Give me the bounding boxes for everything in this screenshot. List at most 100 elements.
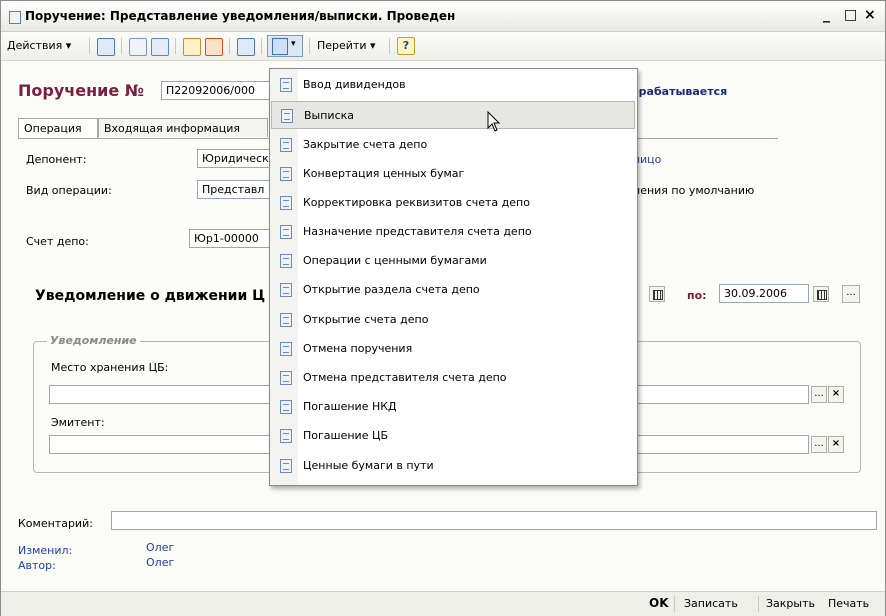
operation-type-field[interactable]: Представл xyxy=(197,180,271,199)
menu-item-assign-representative[interactable]: Назначение представителя счета депо xyxy=(271,218,635,246)
goto-menu[interactable]: Перейти ▾ xyxy=(317,37,376,55)
toolbar-separator xyxy=(121,38,122,54)
menu-item-close-depo-account[interactable]: Закрытие счета депо xyxy=(271,131,635,159)
author-label: Автор: xyxy=(18,559,56,572)
copy-icon[interactable] xyxy=(151,38,169,56)
toolbar-separator xyxy=(261,38,262,54)
document-icon xyxy=(280,78,292,92)
menu-item-open-depo-account[interactable]: Открытие счета депо xyxy=(271,306,635,334)
report-icon[interactable] xyxy=(237,38,255,56)
storage-place-label: Место хранения ЦБ: xyxy=(51,361,169,374)
comment-label: Коментарий: xyxy=(18,517,93,530)
document-icon xyxy=(280,167,292,181)
status-label: брабатывается xyxy=(631,85,728,98)
document-icon xyxy=(280,138,292,152)
comment-field[interactable] xyxy=(111,511,877,530)
calendar-to-icon[interactable] xyxy=(813,286,829,302)
footer-separator xyxy=(674,596,675,612)
maximize-button[interactable]: □ xyxy=(844,7,857,23)
storage-select-button[interactable]: ... xyxy=(811,386,827,403)
date-to-field[interactable]: 30.09.2006 xyxy=(719,284,809,303)
menu-item-label: Ввод дивидендов xyxy=(303,78,406,91)
document-icon xyxy=(280,225,292,239)
menu-item-label: Открытие счета депо xyxy=(303,313,429,326)
issuer-select-button[interactable]: ... xyxy=(811,436,827,453)
issuer-label: Эмитент: xyxy=(51,416,105,429)
depo-account-label: Счет депо: xyxy=(26,235,89,248)
menu-item-label: Закрытие счета депо xyxy=(303,138,428,151)
tab-operation[interactable]: Операция xyxy=(18,118,98,139)
document-icon xyxy=(280,400,292,414)
default-values-label: нения по умолчанию xyxy=(633,184,755,197)
document-icon xyxy=(280,313,292,327)
unpost-icon[interactable] xyxy=(205,38,223,56)
structure-icon[interactable] xyxy=(183,38,201,56)
date-to-label: по: xyxy=(687,289,707,302)
menu-item-securities-redemption[interactable]: Погашение ЦБ xyxy=(271,422,635,450)
calendar-from-icon[interactable] xyxy=(649,286,665,302)
menu-item-cancel-representative[interactable]: Отмена представителя счета депо xyxy=(271,364,635,392)
menu-item-dividend-input[interactable]: Ввод дивидендов xyxy=(271,71,635,99)
close-form-button[interactable]: Закрыть xyxy=(766,597,815,610)
menu-item-label: Погашение НКД xyxy=(303,400,397,413)
menu-item-label: Погашение ЦБ xyxy=(303,429,389,442)
document-icon xyxy=(280,254,292,268)
close-button[interactable]: × xyxy=(864,7,876,23)
document-window: Поручение: Представление уведомления/вып… xyxy=(0,0,886,616)
toolbar-separator xyxy=(389,38,390,54)
document-icon xyxy=(280,371,292,385)
help-icon[interactable]: ? xyxy=(397,37,415,55)
minimize-button[interactable]: _ xyxy=(823,7,830,23)
author-value: Олег xyxy=(146,556,175,569)
menu-item-securities-conversion[interactable]: Конвертация ценных бумаг xyxy=(271,160,635,188)
menu-item-label: Операции с ценными бумагами xyxy=(303,254,487,267)
tab-incoming-info[interactable]: Входящая информация xyxy=(98,118,268,137)
menu-item-label: Конвертация ценных бумаг xyxy=(303,167,465,180)
deponent-field[interactable]: Юридическ xyxy=(197,149,271,168)
create-based-on-menu: Ввод дивидендов Выписка Закрытие счета д… xyxy=(269,68,638,486)
document-icon xyxy=(280,429,292,443)
title-bar: Поручение: Представление уведомления/вып… xyxy=(1,1,885,32)
menu-item-coupon-redemption[interactable]: Погашение НКД xyxy=(271,393,635,421)
menu-item-label: Открытие раздела счета депо xyxy=(303,283,480,296)
issuer-clear-button[interactable]: × xyxy=(828,436,844,453)
document-icon xyxy=(280,342,292,356)
document-icon xyxy=(280,459,292,473)
document-icon xyxy=(281,109,293,123)
document-number-field[interactable]: П22092006/000 xyxy=(161,81,271,100)
actions-menu[interactable]: Действия ▾ xyxy=(7,37,71,55)
menu-item-label: Ценные бумаги в пути xyxy=(303,459,434,472)
notice-title: Уведомление о движении Ц xyxy=(35,288,266,304)
document-icon xyxy=(9,11,21,24)
notice-group-label: Уведомление xyxy=(47,334,140,347)
menu-item-open-account-section[interactable]: Открытие раздела счета депо xyxy=(271,276,635,304)
ok-button[interactable]: OK xyxy=(649,596,669,610)
create-based-on-icon xyxy=(272,38,288,55)
document-icon xyxy=(280,196,292,210)
create-based-on-button[interactable]: ▾ xyxy=(267,35,303,57)
toolbar: Действия ▾ ▾ Перейти ▾ ? xyxy=(1,32,885,61)
button-bar: OK Записать Закрыть Печать xyxy=(1,591,885,616)
menu-item-statement[interactable]: Выписка xyxy=(271,101,635,129)
storage-clear-button[interactable]: × xyxy=(828,386,844,403)
save-button[interactable]: Записать xyxy=(684,597,738,610)
print-button[interactable]: Печать xyxy=(828,597,869,610)
back-arrow-icon[interactable] xyxy=(97,38,115,56)
depo-account-field[interactable]: Юр1-00000 xyxy=(189,229,271,248)
chevron-down-icon: ▾ xyxy=(291,39,296,49)
toolbar-separator xyxy=(309,38,310,54)
toolbar-separator xyxy=(89,38,90,54)
document-icon xyxy=(280,283,292,297)
operation-type-label: Вид операции: xyxy=(26,184,112,197)
menu-item-securities-operations[interactable]: Операции с ценными бумагами xyxy=(271,247,635,275)
toolbar-separator xyxy=(175,38,176,54)
menu-item-securities-in-transit[interactable]: Ценные бумаги в пути xyxy=(271,452,635,480)
menu-item-account-details-correction[interactable]: Корректировка реквизитов счета депо xyxy=(271,189,635,217)
menu-item-label: Отмена поручения xyxy=(303,342,413,355)
menu-item-label: Отмена представителя счета депо xyxy=(303,371,507,384)
changed-by-value: Олег xyxy=(146,541,175,554)
refresh-icon[interactable] xyxy=(129,38,147,56)
period-select-button[interactable]: ... xyxy=(842,285,860,303)
menu-item-label: Корректировка реквизитов счета депо xyxy=(303,196,530,209)
menu-item-cancel-order[interactable]: Отмена поручения xyxy=(271,335,635,363)
